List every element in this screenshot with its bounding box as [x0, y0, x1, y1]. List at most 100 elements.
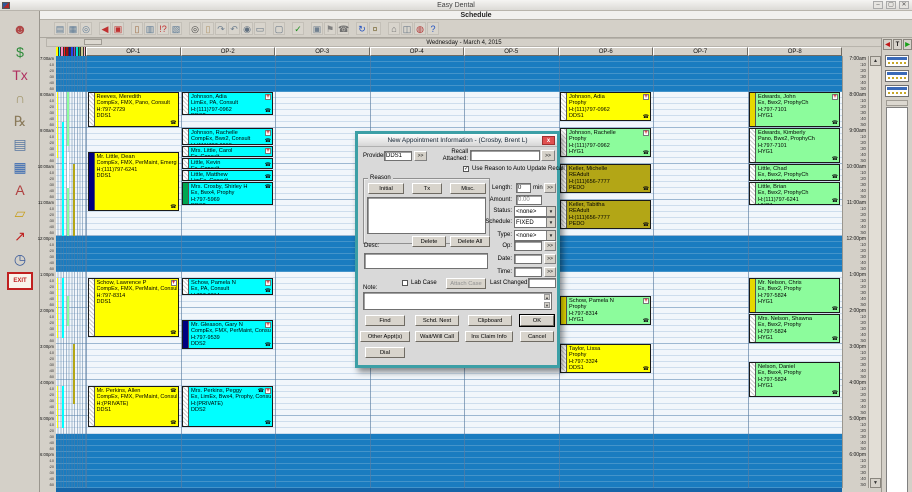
appointment[interactable]: Nelson, DanielEx, Bwx4, ProphyH:797-5824… [749, 362, 840, 397]
appointment[interactable]: Keller, MichelleREAdultH:(111)656-7777PE… [560, 164, 651, 193]
globe-icon[interactable]: ◍ [414, 22, 426, 35]
note-scroll-down-icon[interactable]: ▼ [544, 302, 550, 308]
wait-will-call-button[interactable]: Wait/Will Call [415, 331, 459, 342]
exit-icon[interactable]: EXIT [7, 272, 33, 290]
help-icon[interactable]: ? [427, 22, 439, 35]
practice-folder-icon[interactable]: ▱ [7, 203, 33, 223]
refresh-icon[interactable]: ↻ [356, 22, 368, 35]
appointment[interactable]: +Johnson, RachelleProphyH:(111)797-0962H… [560, 128, 651, 157]
initial-button[interactable]: Initial [368, 183, 404, 194]
appointment-list[interactable] [886, 107, 908, 492]
provider-search-button[interactable]: >> [414, 151, 427, 161]
appointment[interactable]: +Edwards, JohnEx, Bwx2, ProphyChH:797-71… [749, 92, 840, 127]
previous-day-button[interactable]: ◀ [883, 39, 892, 50]
appointment[interactable]: Taylor, LissaProphyH:797-3324DDS1☎ [560, 344, 651, 373]
recall-search-button[interactable]: >> [541, 150, 555, 161]
today-button[interactable]: T [893, 39, 902, 50]
cancel-button[interactable]: Cancel [520, 331, 554, 342]
route-undo-icon[interactable]: ↶ [228, 22, 240, 35]
auto-update-checkbox[interactable]: ✓ [463, 166, 469, 172]
appointment[interactable]: Mr. Nelson, ChrisEx, Bwx2, ProphyH:797-5… [749, 278, 840, 313]
appointment[interactable]: Mrs. Nelson, ShawnaEx, Bwx2, ProphyH:797… [749, 314, 840, 343]
zoom-icon[interactable]: ◎ [189, 22, 201, 35]
appointment[interactable]: Little, MatthewLimEx, Consult☎ [182, 170, 273, 181]
op-input[interactable] [514, 241, 542, 251]
documents-icon[interactable]: ▤ [7, 134, 33, 154]
recall-input[interactable] [470, 150, 540, 161]
patient-chart-icon[interactable]: ∩ [7, 88, 33, 108]
vertical-scrollbar[interactable]: ▲ ▼ [868, 56, 881, 488]
op-header-op-1[interactable]: OP-1 [86, 47, 181, 56]
ins-claim-info-button[interactable]: Ins Claim Info [465, 331, 513, 342]
note-scroll-up-icon[interactable]: ▲ [544, 294, 550, 300]
chart-edit-icon[interactable]: ▧ [170, 22, 182, 35]
scroll-up-button[interactable]: ▲ [870, 56, 881, 66]
rx-icon[interactable]: ℞ [7, 111, 33, 131]
time-clock-icon[interactable]: ◷ [7, 249, 33, 269]
flag-icon[interactable]: ⚑ [324, 22, 336, 35]
appointment[interactable]: +Johnson, AdiaLimEx, PA, ConsultH:(111)7… [182, 92, 273, 115]
patients-icon[interactable]: ☻ [7, 19, 33, 39]
month-view-button[interactable] [885, 85, 909, 97]
appointment[interactable]: Mr. Little, DeanCompEx, FMX, PerMaint, E… [88, 152, 179, 211]
search-date-icon[interactable]: ◎ [80, 22, 92, 35]
status-select[interactable]: <none>▼ [514, 206, 556, 217]
monitor-icon[interactable]: ▢ [273, 22, 285, 35]
schd-next-button[interactable]: Schd. Next [415, 315, 459, 326]
appointment[interactable]: ☎Mr. Perkins, AllenCompEx, FMX, PerMaint… [88, 386, 179, 427]
check-icon[interactable]: ✓ [292, 22, 304, 35]
schedule-select[interactable]: FIXED▼ [514, 217, 556, 228]
delete-button[interactable]: Delete [412, 236, 446, 247]
type-select[interactable]: <none>▼ [514, 230, 556, 241]
appointment[interactable]: ☎Mrs. Crosby, Shirley HEx, Bwx4, ProphyH… [182, 182, 273, 205]
scroll-down-button[interactable]: ▼ [870, 478, 881, 488]
appointment-book-icon[interactable]: ▤ [54, 22, 66, 35]
maximize-button[interactable]: ▢ [886, 1, 896, 9]
op-header-op-4[interactable]: OP-4 [370, 47, 465, 56]
cart-icon[interactable]: ▣ [112, 22, 124, 35]
tx-button[interactable]: Tx [412, 183, 442, 194]
appointment[interactable]: Keller, TabithaREAdultH:(111)656-7777PED… [560, 200, 651, 229]
date-input[interactable] [514, 254, 542, 264]
treatment-plans-icon[interactable]: Tx [7, 65, 33, 85]
reports-icon[interactable]: ◫ [401, 22, 413, 35]
next-day-button[interactable]: ▶ [903, 39, 912, 50]
time-input[interactable] [514, 267, 542, 277]
dial-button[interactable]: Dial [365, 347, 405, 358]
appointment[interactable]: +Johnson, RachelleCompEx, Bwx2, ConsultH… [182, 128, 273, 145]
lab-case-checkbox[interactable] [402, 280, 408, 286]
print-icon[interactable]: ▭ [254, 22, 266, 35]
money-icon[interactable]: ¤ [369, 22, 381, 35]
appointment[interactable]: Little, BrianEx, Bwx2, ProphyChH:(111)79… [749, 182, 840, 205]
clipboard-icon[interactable]: ▯ [202, 22, 214, 35]
slides-icon[interactable]: ▥ [144, 22, 156, 35]
appointment[interactable]: +Schow, Pamela NEx, PA, ConsultH:797-831… [182, 278, 273, 295]
op-header-op-2[interactable]: OP-2 [181, 47, 276, 56]
note-box[interactable]: ▲ ▼ [363, 292, 552, 310]
appointment[interactable]: +Schow, Pamela NProphyH:797-8314HYG1☎ [560, 296, 651, 325]
week-view-button[interactable] [885, 70, 909, 82]
pinboard-icon[interactable]: !? [157, 22, 169, 35]
appointment[interactable]: Little, ChadEx, Bwx2, ProphyChH:(111)797… [749, 164, 840, 181]
save-icon[interactable]: ▣ [311, 22, 323, 35]
note-button[interactable] [84, 39, 102, 45]
dropdown-arrow-icon[interactable]: ▼ [546, 231, 555, 240]
clipboard-button[interactable]: Clipboard [468, 315, 512, 326]
speaker-icon[interactable]: ◀ [99, 22, 111, 35]
appointment[interactable]: +Mrs. Little, CarolEx, Consult [182, 146, 273, 157]
minimize-button[interactable]: – [873, 1, 883, 9]
op-header-op-8[interactable]: OP-8 [748, 47, 843, 56]
op-header-op-5[interactable]: OP-5 [464, 47, 559, 56]
appointment[interactable]: ☎+Mrs. Perkins, PeggyEx, LimEx, Bwx4, Pr… [182, 386, 273, 427]
time-search-button[interactable]: >> [544, 267, 556, 277]
op-header-op-7[interactable]: OP-7 [653, 47, 748, 56]
dropdown-arrow-icon[interactable]: ▼ [546, 207, 555, 216]
date-search-button[interactable]: >> [544, 254, 556, 264]
calendar-icon[interactable]: ▦ [67, 22, 79, 35]
length-stepper[interactable]: >> [544, 183, 556, 193]
length-input[interactable] [516, 183, 531, 193]
door-icon[interactable]: ▯ [131, 22, 143, 35]
route-redo-icon[interactable]: ↷ [215, 22, 227, 35]
perio-icon[interactable]: ↗ [7, 226, 33, 246]
accounts-icon[interactable]: $ [7, 42, 33, 62]
